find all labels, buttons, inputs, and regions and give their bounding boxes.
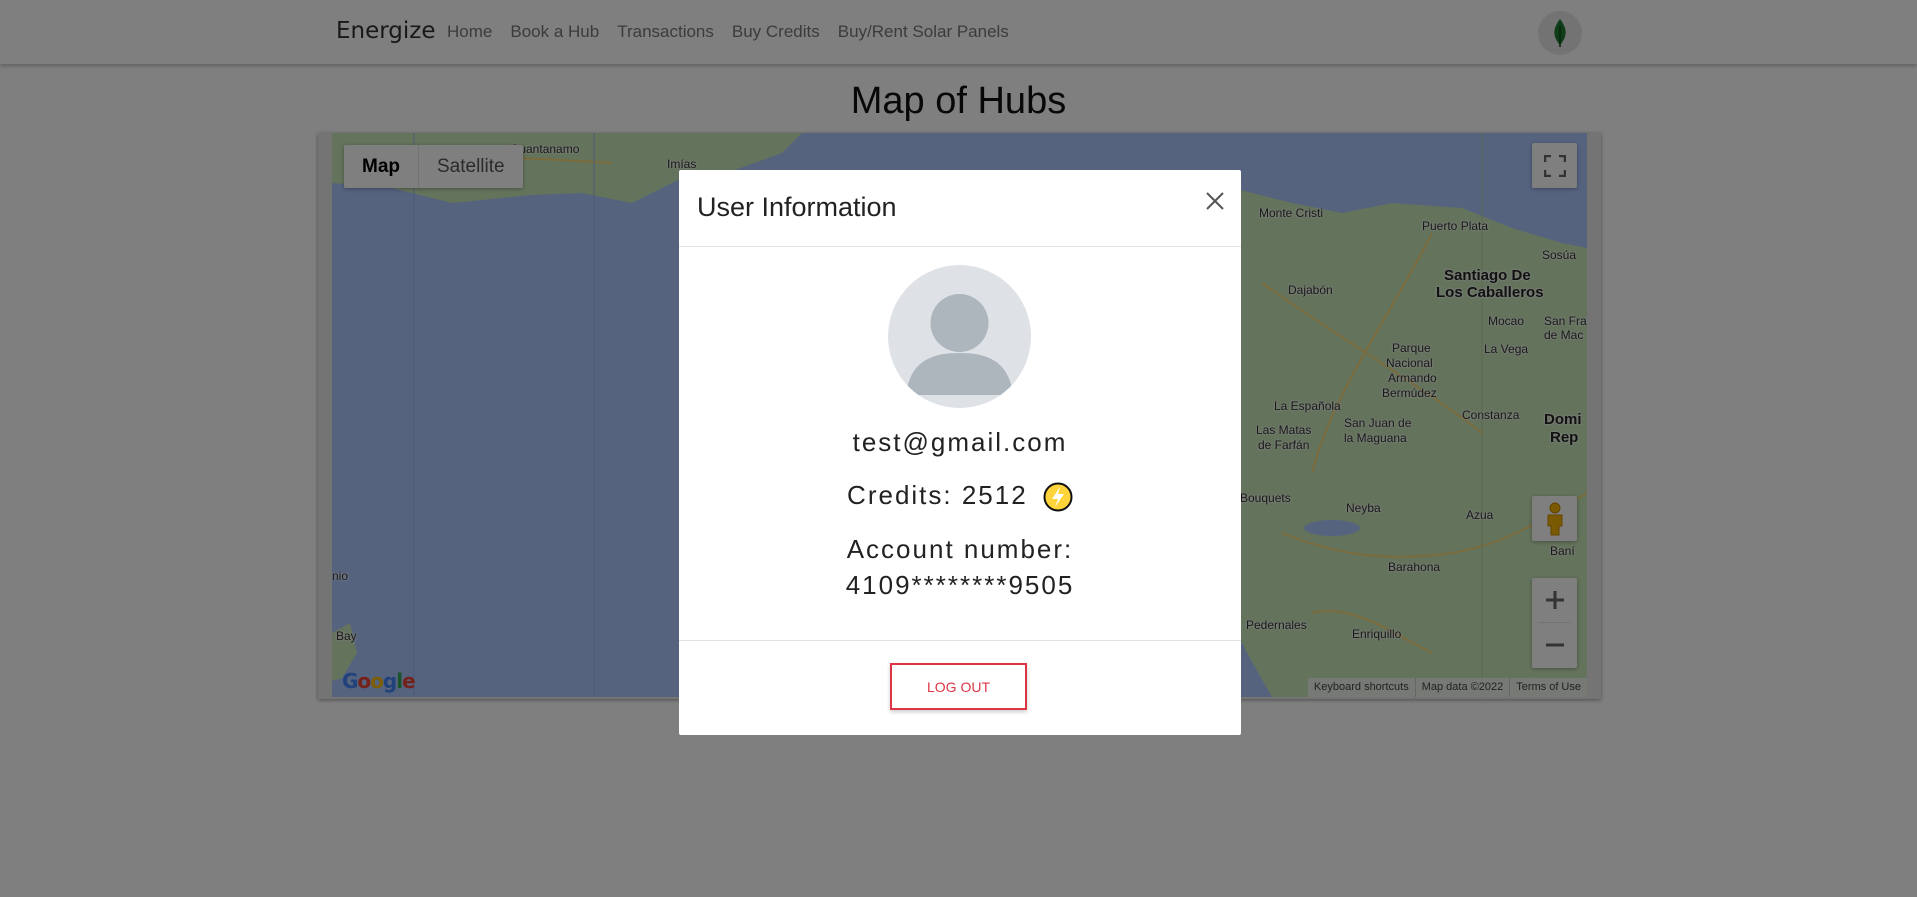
- modal-footer: LOG OUT: [679, 640, 1241, 736]
- user-info-modal: User Information test@gmail.com Credits:…: [679, 170, 1241, 735]
- account-label: Account number:: [846, 534, 1074, 564]
- user-avatar-icon: [906, 294, 1013, 395]
- lightning-bolt-icon: [1043, 482, 1073, 512]
- user-email: test@gmail.com: [852, 427, 1068, 457]
- modal-header: User Information: [679, 170, 1241, 247]
- close-button[interactable]: [1199, 185, 1231, 217]
- modal-title: User Information: [697, 192, 897, 222]
- avatar: [888, 265, 1031, 408]
- credits-text: Credits: 2512: [847, 480, 1028, 510]
- account-number: 4109********9505: [845, 570, 1075, 600]
- page: Energize Home Book a Hub Transactions Bu…: [0, 0, 1917, 897]
- logout-button[interactable]: LOG OUT: [890, 663, 1027, 710]
- user-credits: Credits: 2512: [679, 480, 1241, 512]
- close-icon: [1206, 192, 1224, 210]
